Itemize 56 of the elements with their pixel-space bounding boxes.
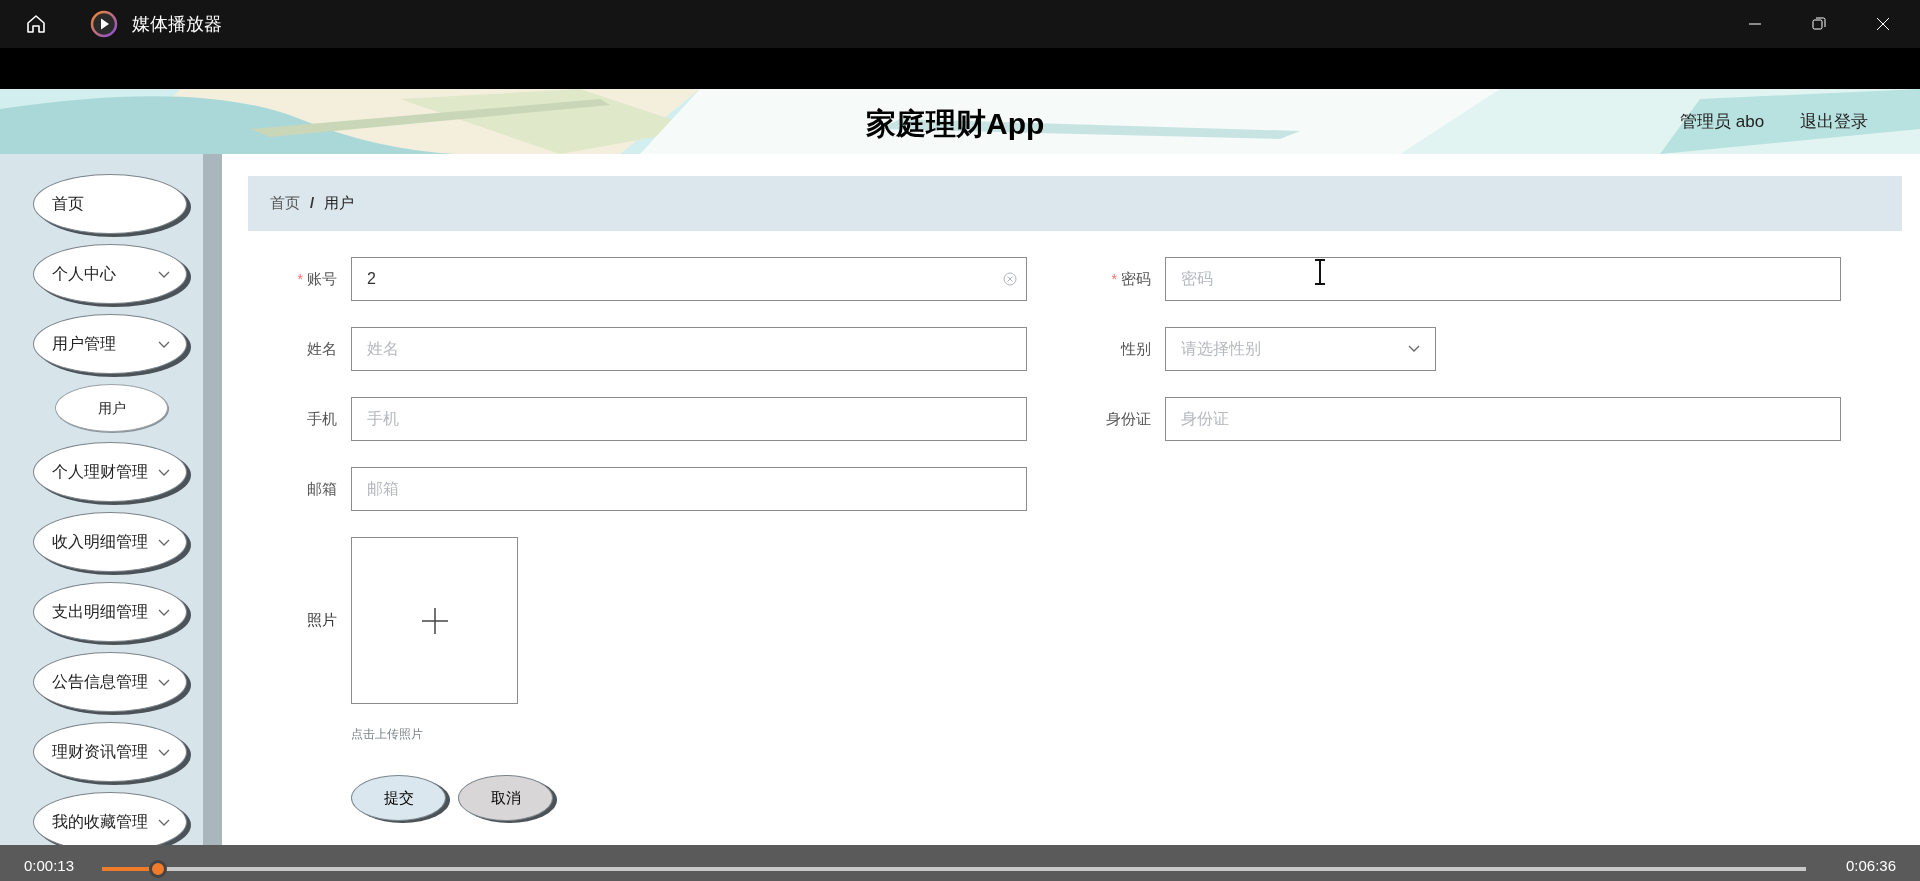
chevron-down-icon [158, 469, 170, 477]
sidebar-item[interactable]: 个人中心 [33, 244, 187, 304]
required-mark: * [1111, 269, 1117, 289]
window-title: 媒体播放器 [132, 12, 222, 36]
input-field[interactable]: 2 [351, 257, 1027, 301]
duration-time: 0:06:36 [1845, 855, 1896, 876]
sidebar-item[interactable]: 首页 [33, 174, 187, 234]
close-icon[interactable] [1876, 17, 1890, 31]
field-label: 密码 [1121, 268, 1151, 289]
field-label: 邮箱 [307, 478, 337, 499]
chevron-down-icon [158, 271, 170, 279]
chevron-down-icon [158, 819, 170, 827]
field-label: 姓名 [307, 338, 337, 359]
required-mark: * [297, 269, 303, 289]
input-field[interactable]: 手机 [351, 397, 1027, 441]
submit-button[interactable]: 提交 [351, 775, 446, 821]
cancel-button[interactable]: 取消 [458, 775, 553, 821]
chevron-down-icon [1408, 345, 1420, 353]
play-icon [90, 10, 118, 38]
logout-link[interactable]: 退出登录 [1800, 109, 1868, 135]
input-field[interactable]: 密码 [1165, 257, 1841, 301]
text-cursor-icon [1313, 259, 1327, 285]
sidebar-item[interactable]: 公告信息管理 [33, 652, 187, 712]
input-field[interactable]: 姓名 [351, 327, 1027, 371]
elapsed-time: 0:00:13 [24, 855, 76, 876]
admin-label: 管理员 abo [1680, 111, 1765, 133]
sidebar-item[interactable]: 支出明细管理 [33, 582, 187, 642]
chevron-down-icon [158, 539, 170, 547]
upload-hint: 点击上传照片 [351, 726, 423, 743]
breadcrumb-item: 用户 [324, 193, 355, 214]
app-title: 家庭理财App [866, 106, 1045, 142]
field-label: 身份证 [1106, 408, 1151, 429]
chevron-down-icon [158, 679, 170, 687]
plus-icon [420, 606, 449, 635]
sidebar-subitem[interactable]: 用户 [55, 384, 168, 432]
breadcrumb-item[interactable]: 首页 [270, 192, 300, 215]
home-icon[interactable] [24, 12, 48, 36]
field-label: 照片 [306, 610, 337, 631]
sidebar-item[interactable]: 收入明细管理 [33, 512, 187, 572]
chevron-down-icon [158, 341, 170, 349]
input-field[interactable]: 身份证 [1165, 397, 1841, 441]
progress-thumb[interactable] [149, 860, 168, 878]
field-label: 性别 [1121, 338, 1151, 359]
field-label: 账号 [307, 268, 337, 289]
scrollbar[interactable] [203, 154, 222, 845]
sidebar-item[interactable]: 个人理财管理 [33, 442, 187, 502]
field-label: 手机 [307, 408, 337, 429]
restore-icon[interactable] [1812, 17, 1826, 31]
breadcrumb-separator: / [310, 193, 315, 214]
photo-upload[interactable] [351, 537, 518, 704]
sidebar-item[interactable]: 用户管理 [33, 314, 187, 374]
input-field[interactable]: 邮箱 [351, 467, 1027, 511]
chevron-down-icon [158, 749, 170, 757]
sidebar-item[interactable]: 理财资讯管理 [33, 722, 187, 782]
chevron-down-icon [158, 609, 170, 617]
sidebar-item[interactable]: 我的收藏管理 [33, 792, 187, 845]
